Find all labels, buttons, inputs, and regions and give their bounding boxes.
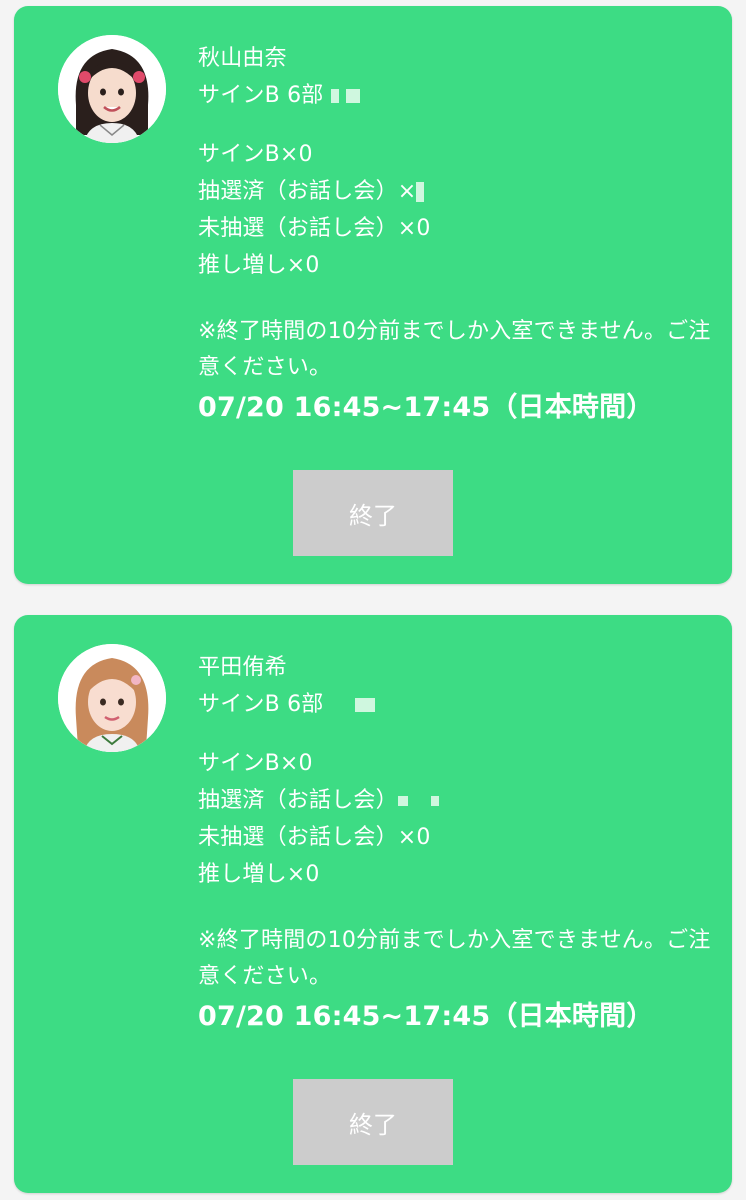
card-details: 秋山由奈 サインB 6部 サインB×0 抽選済（お話し会）× 未抽選（お話し会）… bbox=[198, 40, 718, 428]
sign-count: サインB×0 bbox=[198, 751, 313, 776]
oshi-count: 推し増し×0 bbox=[198, 253, 320, 278]
member-card: 秋山由奈 サインB 6部 サインB×0 抽選済（お話し会）× 未抽選（お話し会）… bbox=[14, 6, 732, 584]
card-details: 平田侑希 サインB 6部 サインB×0 抽選済（お話し会） 未抽選（お話し会）×… bbox=[198, 649, 718, 1037]
drawn-count: 抽選済（お話し会） bbox=[198, 782, 718, 819]
oshi-count: 推し増し×0 bbox=[198, 862, 320, 887]
entry-notice: ※終了時間の10分前までしか入室できません。ご注意ください。 bbox=[198, 319, 711, 380]
member-avatar bbox=[58, 644, 166, 752]
member-avatar bbox=[58, 35, 166, 143]
session-label: サインB 6部 bbox=[198, 686, 718, 723]
undrawn-count: 未抽選（お話し会）×0 bbox=[198, 216, 431, 241]
sign-count: サインB×0 bbox=[198, 142, 313, 167]
member-card: 平田侑希 サインB 6部 サインB×0 抽選済（お話し会） 未抽選（お話し会）×… bbox=[14, 615, 732, 1193]
drawn-count: 抽選済（お話し会）× bbox=[198, 173, 718, 210]
entry-notice: ※終了時間の10分前までしか入室できません。ご注意ください。 bbox=[198, 928, 711, 989]
member-name: 秋山由奈 bbox=[198, 46, 287, 71]
event-datetime: 07/20 16:45~17:45（日本時間） bbox=[198, 1001, 654, 1032]
session-label: サインB 6部 bbox=[198, 77, 718, 114]
event-datetime: 07/20 16:45~17:45（日本時間） bbox=[198, 392, 654, 423]
undrawn-count: 未抽選（お話し会）×0 bbox=[198, 825, 431, 850]
member-name: 平田侑希 bbox=[198, 655, 287, 680]
end-button[interactable]: 終了 bbox=[293, 1079, 453, 1165]
end-button[interactable]: 終了 bbox=[293, 470, 453, 556]
